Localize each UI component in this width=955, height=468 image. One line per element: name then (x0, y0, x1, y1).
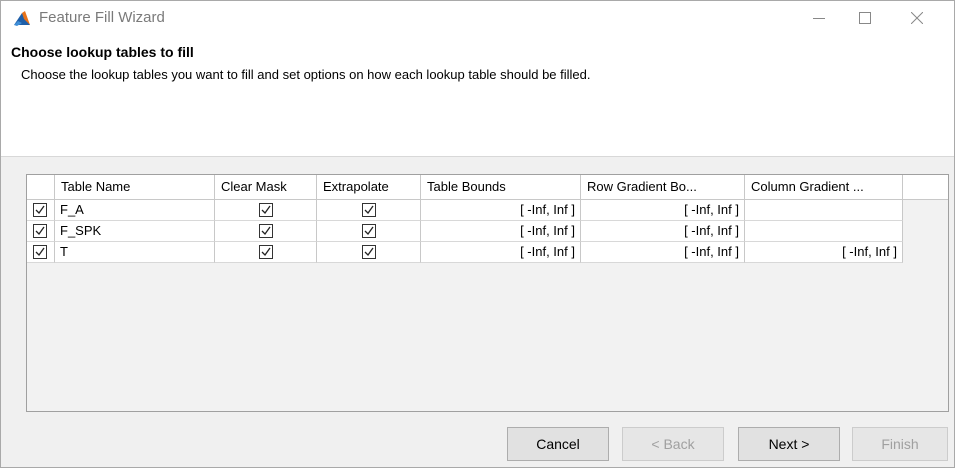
checkmark-icon (261, 247, 271, 257)
extrapolate-cell (317, 242, 421, 263)
table-name-cell[interactable]: T (55, 242, 215, 263)
column-header-filler (903, 175, 948, 200)
row-gradient-bounds-cell[interactable]: [ -Inf, Inf ] (581, 200, 745, 221)
clear-mask-checkbox[interactable] (259, 203, 273, 217)
finish-button[interactable]: Finish (852, 427, 948, 461)
window-title: Feature Fill Wizard (39, 9, 165, 26)
column-header-select[interactable] (27, 175, 55, 200)
column-header-clear-mask[interactable]: Clear Mask (215, 175, 317, 200)
column-gradient-bounds-cell[interactable] (745, 221, 903, 242)
checkmark-icon (364, 226, 374, 236)
minimize-button[interactable] (796, 1, 842, 35)
clear-mask-cell (215, 221, 317, 242)
checkmark-icon (364, 247, 374, 257)
maximize-button[interactable] (842, 1, 888, 35)
table-row-select-cell (27, 200, 55, 221)
clear-mask-cell (215, 200, 317, 221)
lookup-tables-table: Table Name Clear Mask Extrapolate Table … (26, 174, 949, 412)
maximize-icon (859, 12, 871, 24)
extrapolate-checkbox[interactable] (362, 203, 376, 217)
column-header-extrapolate[interactable]: Extrapolate (317, 175, 421, 200)
next-button[interactable]: Next > (738, 427, 840, 461)
feature-fill-wizard-window: Feature Fill Wizard Choose lookup tables… (0, 0, 955, 468)
row-select-checkbox[interactable] (33, 203, 47, 217)
extrapolate-checkbox[interactable] (362, 245, 376, 259)
cancel-button[interactable]: Cancel (507, 427, 609, 461)
checkmark-icon (35, 226, 45, 236)
extrapolate-cell (317, 221, 421, 242)
extrapolate-checkbox[interactable] (362, 224, 376, 238)
page-heading: Choose lookup tables to fill (11, 44, 194, 60)
table-bounds-cell[interactable]: [ -Inf, Inf ] (421, 200, 581, 221)
extrapolate-cell (317, 200, 421, 221)
back-button[interactable]: < Back (622, 427, 724, 461)
page-description: Choose the lookup tables you want to fil… (21, 67, 591, 82)
checkmark-icon (261, 226, 271, 236)
checkmark-icon (364, 205, 374, 215)
table-row-select-cell (27, 242, 55, 263)
row-select-checkbox[interactable] (33, 245, 47, 259)
minimize-icon (813, 18, 825, 19)
table-row-select-cell (27, 221, 55, 242)
checkmark-icon (35, 205, 45, 215)
row-gradient-bounds-cell[interactable]: [ -Inf, Inf ] (581, 242, 745, 263)
checkmark-icon (261, 205, 271, 215)
clear-mask-cell (215, 242, 317, 263)
column-header-row-gradient-bounds[interactable]: Row Gradient Bo... (581, 175, 745, 200)
clear-mask-checkbox[interactable] (259, 245, 273, 259)
matlab-logo-icon (14, 11, 30, 26)
row-select-checkbox[interactable] (33, 224, 47, 238)
content-area: Table Name Clear Mask Extrapolate Table … (1, 157, 954, 467)
column-header-table-bounds[interactable]: Table Bounds (421, 175, 581, 200)
clear-mask-checkbox[interactable] (259, 224, 273, 238)
table-name-cell[interactable]: F_SPK (55, 221, 215, 242)
checkmark-icon (35, 247, 45, 257)
column-gradient-bounds-cell[interactable] (745, 200, 903, 221)
table-bounds-cell[interactable]: [ -Inf, Inf ] (421, 242, 581, 263)
table-name-cell[interactable]: F_A (55, 200, 215, 221)
column-header-table-name[interactable]: Table Name (55, 175, 215, 200)
table-bounds-cell[interactable]: [ -Inf, Inf ] (421, 221, 581, 242)
close-icon (911, 12, 923, 24)
column-gradient-bounds-cell[interactable]: [ -Inf, Inf ] (745, 242, 903, 263)
close-button[interactable] (894, 1, 940, 35)
title-bar: Feature Fill Wizard (1, 1, 954, 35)
column-header-column-gradient-bounds[interactable]: Column Gradient ... (745, 175, 903, 200)
row-gradient-bounds-cell[interactable]: [ -Inf, Inf ] (581, 221, 745, 242)
